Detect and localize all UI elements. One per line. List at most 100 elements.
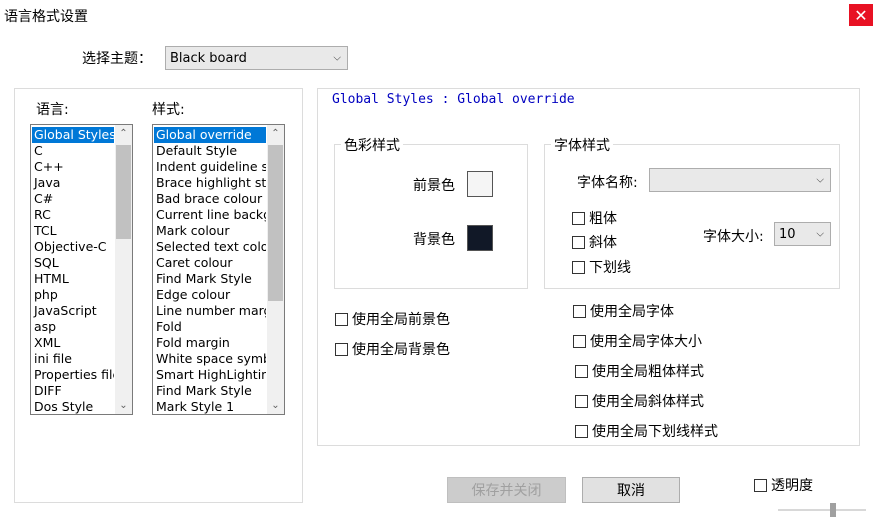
scroll-down-icon[interactable]: ⌄ <box>115 397 132 414</box>
background-label: 背景色 <box>413 232 455 248</box>
use-global-font-checkbox[interactable]: 使用全局字体 <box>573 301 674 321</box>
checkbox-box[interactable] <box>572 235 585 249</box>
language-scrollbar[interactable]: ⌃ ⌄ <box>115 125 132 414</box>
language-list[interactable]: Global Styles C C++ Java C# RC TCL Objective-C S… <box>30 124 133 415</box>
use-global-bold-label: 使用全局粗体样式 <box>592 364 704 380</box>
list-item[interactable]: Java <box>32 175 114 191</box>
list-item[interactable]: TCL <box>32 223 114 239</box>
transparency-checkbox[interactable]: 透明度 <box>754 475 813 495</box>
close-button[interactable]: ✕ <box>849 4 873 26</box>
font-size-label: 字体大小: <box>703 229 764 245</box>
list-item[interactable]: DIFF <box>32 383 114 399</box>
font-size-select[interactable]: 10 ⌵ <box>774 222 831 246</box>
use-global-underline-checkbox[interactable]: 使用全局下划线样式 <box>575 421 718 441</box>
list-item[interactable]: Default Style <box>154 143 266 159</box>
list-item[interactable]: Line number margin <box>154 303 266 319</box>
close-icon: ✕ <box>854 5 868 25</box>
current-style-header: Global Styles : Global override <box>332 92 575 107</box>
use-global-fg-checkbox[interactable]: 使用全局前景色 <box>335 309 450 329</box>
list-item[interactable]: C++ <box>32 159 114 175</box>
list-item[interactable]: Brace highlight style <box>154 175 266 191</box>
list-item[interactable]: SQL <box>32 255 114 271</box>
use-global-italic-label: 使用全局斜体样式 <box>592 394 704 410</box>
checkbox-box[interactable] <box>754 478 767 492</box>
foreground-label: 前景色 <box>413 178 455 194</box>
font-group-title: 字体样式 <box>551 135 613 155</box>
scroll-up-icon[interactable]: ⌃ <box>115 125 132 142</box>
italic-label: 斜体 <box>589 235 617 251</box>
font-size-value: 10 <box>779 226 796 242</box>
chevron-down-icon: ⌵ <box>333 52 341 64</box>
list-item[interactable]: Caret colour <box>154 255 266 271</box>
transparency-slider-track[interactable] <box>778 509 866 511</box>
underline-label: 下划线 <box>589 260 631 276</box>
list-item[interactable]: Bad brace colour <box>154 191 266 207</box>
checkbox-box[interactable] <box>575 424 588 438</box>
font-name-select[interactable]: ⌵ <box>649 168 831 192</box>
list-item[interactable]: Mark Style 1 <box>154 399 266 414</box>
list-item[interactable]: Current line background colour <box>154 207 266 223</box>
list-item[interactable]: Selected text colour <box>154 239 266 255</box>
foreground-color-swatch[interactable] <box>467 171 493 197</box>
list-item[interactable]: php <box>32 287 114 303</box>
list-item[interactable]: Fold margin <box>154 335 266 351</box>
style-label: 样式: <box>152 102 185 118</box>
use-global-font-size-checkbox[interactable]: 使用全局字体大小 <box>573 331 702 351</box>
use-global-bg-label: 使用全局背景色 <box>352 342 450 358</box>
list-item[interactable]: RC <box>32 207 114 223</box>
checkbox-box[interactable] <box>335 342 348 356</box>
list-item[interactable]: Edge colour <box>154 287 266 303</box>
checkbox-box[interactable] <box>575 394 588 408</box>
checkbox-box[interactable] <box>572 260 585 274</box>
list-item[interactable]: White space symbol <box>154 351 266 367</box>
list-item[interactable]: JavaScript <box>32 303 114 319</box>
transparency-label: 透明度 <box>771 478 813 494</box>
list-item[interactable]: Objective-C <box>32 239 114 255</box>
list-item[interactable]: C# <box>32 191 114 207</box>
list-item[interactable]: Global Styles <box>32 127 114 143</box>
style-list[interactable]: Global override Default Style Indent guide… <box>152 124 285 415</box>
scroll-up-icon[interactable]: ⌃ <box>267 125 284 142</box>
list-item[interactable]: ini file <box>32 351 114 367</box>
scroll-down-icon[interactable]: ⌄ <box>267 397 284 414</box>
language-items: Global Styles C C++ Java C# RC TCL Objective-C S… <box>32 127 114 414</box>
list-item[interactable]: C <box>32 143 114 159</box>
underline-checkbox[interactable]: 下划线 <box>572 257 631 277</box>
use-global-italic-checkbox[interactable]: 使用全局斜体样式 <box>575 391 704 411</box>
list-item[interactable]: Find Mark Style <box>154 383 266 399</box>
use-global-font-size-label: 使用全局字体大小 <box>590 334 702 350</box>
list-item[interactable]: Mark colour <box>154 223 266 239</box>
checkbox-box[interactable] <box>573 334 586 348</box>
list-item[interactable]: Fold <box>154 319 266 335</box>
use-global-bold-checkbox[interactable]: 使用全局粗体样式 <box>575 361 704 381</box>
list-item[interactable]: HTML <box>32 271 114 287</box>
list-item[interactable]: Dos Style <box>32 399 114 414</box>
transparency-slider-handle[interactable] <box>830 503 836 517</box>
color-style-group <box>334 144 528 289</box>
language-label: 语言: <box>36 102 69 118</box>
use-global-font-label: 使用全局字体 <box>590 304 674 320</box>
scroll-thumb[interactable] <box>268 145 283 301</box>
font-name-label: 字体名称: <box>577 175 638 191</box>
checkbox-box[interactable] <box>573 304 586 318</box>
checkbox-box[interactable] <box>575 364 588 378</box>
list-item[interactable]: Find Mark Style <box>154 271 266 287</box>
theme-select[interactable]: Black board ⌵ <box>165 46 348 70</box>
chevron-down-icon: ⌵ <box>816 174 824 186</box>
list-item[interactable]: asp <box>32 319 114 335</box>
save-close-button[interactable]: 保存并关闭 <box>447 477 566 503</box>
list-item[interactable]: Properties file <box>32 367 114 383</box>
scroll-thumb[interactable] <box>116 145 131 239</box>
list-item[interactable]: Indent guideline style <box>154 159 266 175</box>
cancel-button[interactable]: 取消 <box>582 477 680 503</box>
list-item[interactable]: Smart HighLighting <box>154 367 266 383</box>
italic-checkbox[interactable]: 斜体 <box>572 232 617 252</box>
checkbox-box[interactable] <box>572 211 585 225</box>
use-global-bg-checkbox[interactable]: 使用全局背景色 <box>335 339 450 359</box>
bold-checkbox[interactable]: 粗体 <box>572 208 617 228</box>
list-item[interactable]: XML <box>32 335 114 351</box>
checkbox-box[interactable] <box>335 312 348 326</box>
background-color-swatch[interactable] <box>467 225 493 251</box>
style-scrollbar[interactable]: ⌃ ⌄ <box>267 125 284 414</box>
list-item[interactable]: Global override <box>154 127 266 143</box>
